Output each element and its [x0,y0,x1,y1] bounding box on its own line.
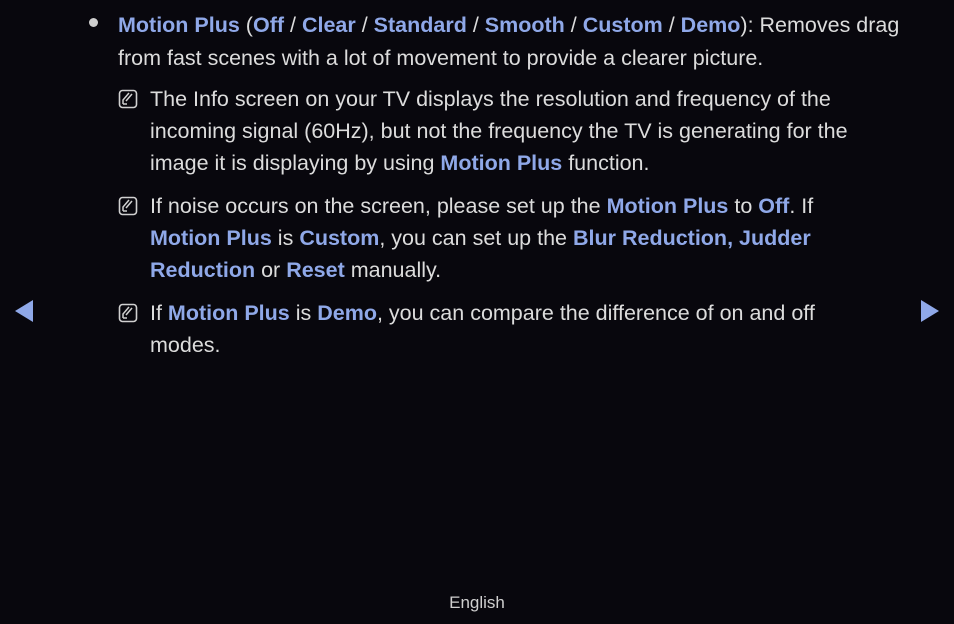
option-standard: Standard [373,13,467,37]
note-text: or [255,258,287,282]
highlighted-term: Motion Plus [167,301,290,325]
option-off: Off [252,13,285,37]
highlighted-term: Reset [286,258,345,282]
option-demo: Demo [680,13,741,37]
note-text: is [289,301,318,325]
note-icon [118,196,138,216]
bullet-icon [89,18,98,27]
note-icon [118,303,138,323]
option-custom: Custom [582,13,663,37]
motion-plus-bullet: Motion Plus (Off / Clear / Standard / Sm… [118,13,900,70]
note-text: If [150,301,168,325]
note-info-screen: The Info screen on your TV displays the … [150,83,870,179]
highlighted-term: Motion Plus [606,194,729,218]
note-text: function. [562,151,650,175]
option-smooth: Smooth [484,13,565,37]
note-text: manually. [344,258,442,282]
highlighted-term: Custom [299,226,380,250]
bullet-title: Motion Plus [118,13,240,37]
highlighted-term: Motion Plus [150,226,272,250]
next-page-arrow-icon[interactable] [921,300,939,322]
note-text: is [271,226,300,250]
note-demo: If Motion Plus is Demo, you can compare … [150,297,870,361]
note-text: to [728,194,759,218]
option-clear: Clear [301,13,356,37]
previous-page-arrow-icon[interactable] [15,300,33,322]
highlighted-term: Motion Plus [440,151,563,175]
highlighted-term: Demo [317,301,377,325]
highlighted-term: Off [758,194,790,218]
note-noise: If noise occurs on the screen, please se… [150,190,870,286]
note-icon [118,89,138,109]
note-text: . If [789,194,814,218]
language-label: English [449,593,505,612]
note-text: If noise occurs on the screen, please se… [150,194,607,218]
note-text: , you can set up the [379,226,573,250]
